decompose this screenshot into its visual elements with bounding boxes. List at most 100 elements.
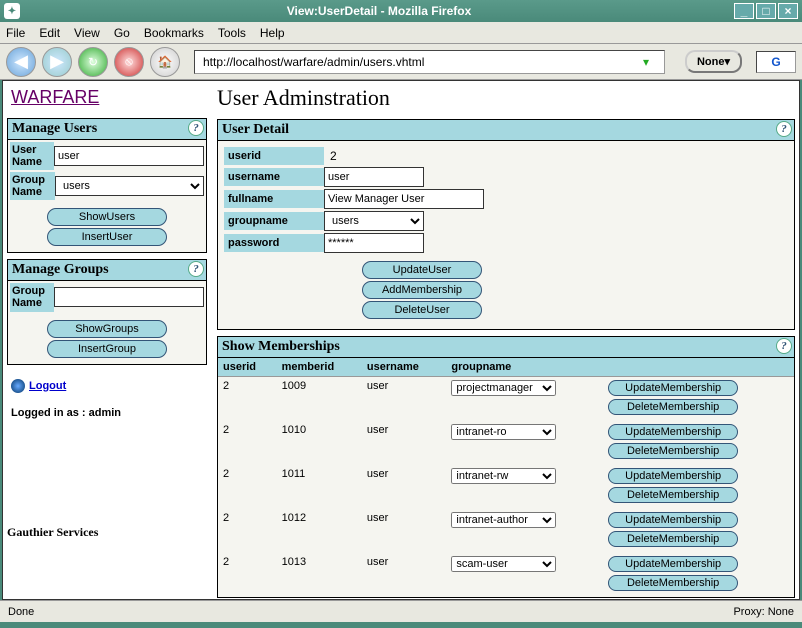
minimize-button[interactable]: _ bbox=[734, 3, 754, 19]
groupname-select-row[interactable]: intranet-ro bbox=[451, 424, 556, 440]
col-userid: userid bbox=[218, 358, 277, 377]
cell-userid: 2 bbox=[218, 377, 277, 422]
update-membership-button[interactable]: UpdateMembership bbox=[608, 468, 738, 484]
menu-help[interactable]: Help bbox=[260, 26, 285, 40]
group-name-input[interactable] bbox=[54, 287, 204, 307]
manage-groups-header: Manage Groups ? bbox=[8, 260, 206, 281]
password-label: password bbox=[224, 234, 324, 252]
memberships-table: userid memberid username groupname 21009… bbox=[218, 358, 794, 597]
username-input[interactable] bbox=[324, 167, 424, 187]
close-button[interactable]: × bbox=[778, 3, 798, 19]
delete-membership-button[interactable]: DeleteMembership bbox=[608, 575, 738, 591]
user-name-label: User Name bbox=[10, 142, 54, 170]
memberships-header: Show Memberships ? bbox=[218, 337, 794, 358]
groupname-select[interactable]: users bbox=[324, 211, 424, 231]
user-name-input[interactable] bbox=[54, 146, 204, 166]
user-detail-header: User Detail ? bbox=[218, 120, 794, 141]
menu-go[interactable]: Go bbox=[114, 26, 130, 40]
memberships-panel: Show Memberships ? userid memberid usern… bbox=[217, 336, 795, 598]
col-username: username bbox=[362, 358, 446, 377]
show-users-button[interactable]: ShowUsers bbox=[47, 208, 167, 226]
update-membership-button[interactable]: UpdateMembership bbox=[608, 424, 738, 440]
show-groups-button[interactable]: ShowGroups bbox=[47, 320, 167, 338]
globe-icon bbox=[11, 379, 25, 393]
delete-membership-button[interactable]: DeleteMembership bbox=[608, 399, 738, 415]
group-name-select[interactable]: users bbox=[55, 176, 204, 196]
groupname-select-row[interactable]: intranet-rw bbox=[451, 468, 556, 484]
cell-memberid: 1013 bbox=[277, 553, 362, 597]
add-membership-button[interactable]: AddMembership bbox=[362, 281, 482, 299]
cell-userid: 2 bbox=[218, 465, 277, 509]
cell-memberid: 1012 bbox=[277, 509, 362, 553]
insert-group-button[interactable]: InsertGroup bbox=[47, 340, 167, 358]
manage-groups-panel: Manage Groups ? Group Name ShowGroups In… bbox=[7, 259, 207, 364]
password-input[interactable] bbox=[324, 233, 424, 253]
update-membership-button[interactable]: UpdateMembership bbox=[608, 556, 738, 572]
menu-file[interactable]: File bbox=[6, 26, 25, 40]
status-left: Done bbox=[8, 606, 34, 618]
groupname-select-row[interactable]: intranet-author bbox=[451, 512, 556, 528]
cell-username: user bbox=[362, 377, 446, 422]
app-icon: ✦ bbox=[4, 3, 20, 19]
go-icon[interactable]: ▾ bbox=[643, 55, 649, 69]
search-engine-box[interactable]: G bbox=[756, 51, 796, 73]
help-icon[interactable]: ? bbox=[776, 338, 792, 354]
cell-username: user bbox=[362, 465, 446, 509]
update-user-button[interactable]: UpdateUser bbox=[362, 261, 482, 279]
fullname-input[interactable] bbox=[324, 189, 484, 209]
delete-user-button[interactable]: DeleteUser bbox=[362, 301, 482, 319]
userid-value: 2 bbox=[324, 147, 343, 165]
cell-username: user bbox=[362, 509, 446, 553]
cell-userid: 2 bbox=[218, 421, 277, 465]
home-button[interactable]: 🏠 bbox=[150, 47, 180, 77]
reload-button[interactable]: ↻ bbox=[78, 47, 108, 77]
cell-username: user bbox=[362, 421, 446, 465]
userid-label: userid bbox=[224, 147, 324, 165]
delete-membership-button[interactable]: DeleteMembership bbox=[608, 443, 738, 459]
fullname-label: fullname bbox=[224, 190, 324, 208]
table-row: 21009user projectmanager UpdateMembership D… bbox=[218, 377, 794, 422]
delete-membership-button[interactable]: DeleteMembership bbox=[608, 487, 738, 503]
groupname-select-row[interactable]: projectmanager bbox=[451, 380, 556, 396]
groupname-select-row[interactable]: scam-user bbox=[451, 556, 556, 572]
table-row: 21013userscam-userUpdateMembershipDelete… bbox=[218, 553, 794, 597]
help-icon[interactable]: ? bbox=[188, 120, 204, 136]
forward-button[interactable]: ▶ bbox=[42, 47, 72, 77]
maximize-button[interactable]: □ bbox=[756, 3, 776, 19]
group-name-label-2: Group Name bbox=[10, 283, 54, 311]
back-button[interactable]: ◀ bbox=[6, 47, 36, 77]
col-memberid: memberid bbox=[277, 358, 362, 377]
footer-left: Gauthier Services bbox=[7, 519, 207, 540]
statusbar: Done Proxy: None bbox=[0, 600, 802, 622]
username-label: username bbox=[224, 168, 324, 186]
cell-memberid: 1010 bbox=[277, 421, 362, 465]
cell-memberid: 1009 bbox=[277, 377, 362, 422]
brand-link[interactable]: WARFARE bbox=[11, 87, 99, 108]
menu-edit[interactable]: Edit bbox=[39, 26, 60, 40]
update-membership-button[interactable]: UpdateMembership bbox=[608, 380, 738, 396]
toolbar: ◀ ▶ ↻ ⦸ 🏠 ▾ None▾ G bbox=[0, 44, 802, 80]
status-right: Proxy: None bbox=[733, 606, 794, 618]
logged-in-status: Logged in as : admin bbox=[11, 407, 203, 419]
cell-memberid: 1011 bbox=[277, 465, 362, 509]
menu-view[interactable]: View bbox=[74, 26, 100, 40]
menu-bookmarks[interactable]: Bookmarks bbox=[144, 26, 204, 40]
window-titlebar: ✦ View:UserDetail - Mozilla Firefox _ □ … bbox=[0, 0, 802, 22]
logout-link[interactable]: Logout bbox=[11, 379, 66, 393]
menu-tools[interactable]: Tools bbox=[218, 26, 246, 40]
table-row: 21011user intranet-rw UpdateMembership Dele… bbox=[218, 465, 794, 509]
help-icon[interactable]: ? bbox=[776, 121, 792, 137]
insert-user-button[interactable]: InsertUser bbox=[47, 228, 167, 246]
table-row: 21010user intranet-ro UpdateMembership Dele… bbox=[218, 421, 794, 465]
help-icon[interactable]: ? bbox=[188, 261, 204, 277]
cell-userid: 2 bbox=[218, 509, 277, 553]
none-dropdown[interactable]: None▾ bbox=[685, 50, 742, 73]
stop-button[interactable]: ⦸ bbox=[114, 47, 144, 77]
delete-membership-button[interactable]: DeleteMembership bbox=[608, 531, 738, 547]
menubar: File Edit View Go Bookmarks Tools Help bbox=[0, 22, 802, 44]
url-input[interactable] bbox=[194, 50, 665, 74]
table-row: 21012user intranet-author UpdateMembership… bbox=[218, 509, 794, 553]
manage-users-header: Manage Users ? bbox=[8, 119, 206, 140]
groupname-label: groupname bbox=[224, 212, 324, 230]
update-membership-button[interactable]: UpdateMembership bbox=[608, 512, 738, 528]
